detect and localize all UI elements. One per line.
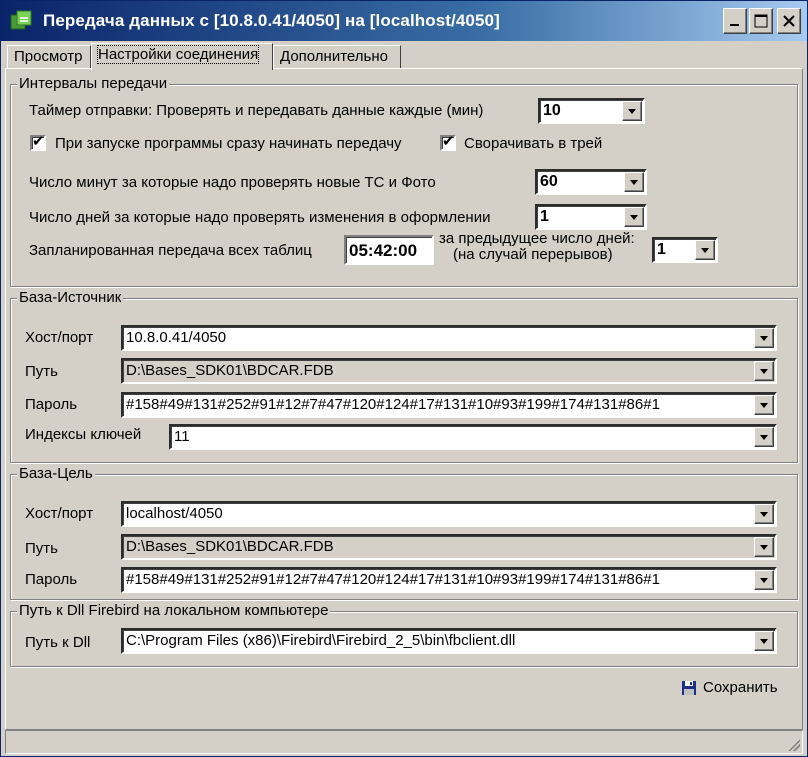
target-group: База-Цель Хост/порт localhost/4050 Путь … [10,465,798,600]
minimize-icon [730,24,739,26]
resize-grip-icon[interactable] [788,739,800,751]
tab-view[interactable]: Просмотр [7,45,91,69]
source-path-select[interactable]: D:\Bases_SDK01\BDCAR.FDB [121,358,777,384]
timer-select[interactable]: 10 [538,98,645,124]
start-immediately-checkbox[interactable] [30,132,46,151]
chevron-down-icon[interactable] [624,172,644,192]
target-host-label: Хост/порт [25,505,94,522]
minutes-select[interactable]: 60 [535,169,647,195]
tab-panel: Интервалы передачи Таймер отправки: Пров… [5,68,803,730]
source-keys-value: 11 [174,428,190,445]
dll-path-select[interactable]: C:\Program Files (x86)\Firebird\Firebird… [121,628,777,654]
target-legend: База-Цель [17,465,95,482]
target-password-select[interactable]: #158#49#131#252#91#12#7#47#120#124#17#13… [121,567,777,593]
days-select[interactable]: 1 [535,204,647,230]
dll-legend: Путь к Dll Firebird на локальном компьют… [17,602,331,619]
tab-connection-settings-label: Настройки соединения [96,45,260,64]
source-group: База-Источник Хост/порт 10.8.0.41/4050 П… [10,289,798,463]
chevron-down-icon[interactable] [754,631,774,651]
chevron-down-icon[interactable] [754,537,774,557]
close-icon [783,15,795,27]
scheduled-time-input[interactable]: 05:42:00 [344,235,434,265]
target-password-label: Пароль [25,571,78,588]
chevron-down-icon[interactable] [754,328,774,348]
source-host-value: 10.8.0.41/4050 [126,329,227,346]
maximize-button[interactable] [749,8,773,34]
scheduled-label: Запланированная передача всех таблиц [29,242,312,259]
chevron-down-icon[interactable] [754,570,774,590]
save-label: Сохранить [703,679,778,696]
minutes-value: 60 [540,173,558,190]
chevron-down-icon[interactable] [695,240,715,260]
target-host-select[interactable]: localhost/4050 [121,501,777,527]
chevron-down-icon[interactable] [754,504,774,524]
prev-days-value: 1 [657,241,666,258]
source-host-select[interactable]: 10.8.0.41/4050 [121,325,777,351]
save-button[interactable]: Сохранить [681,679,778,696]
chevron-down-icon[interactable] [754,361,774,381]
chevron-down-icon[interactable] [754,395,774,415]
status-bar [5,730,803,754]
prev-days-label-1: за предыдущее число дней: [439,230,635,247]
dll-group: Путь к Dll Firebird на локальном компьют… [10,602,798,667]
floppy-disk-icon [682,680,696,695]
timer-value: 10 [543,102,561,119]
target-path-value: D:\Bases_SDK01\BDCAR.FDB [126,538,334,555]
source-path-label: Путь [25,363,58,380]
intervals-legend: Интервалы передачи [17,75,170,92]
chevron-down-icon[interactable] [624,207,644,227]
start-immediately-label: При запуске программы сразу начинать пер… [55,135,402,152]
source-password-select[interactable]: #158#49#131#252#91#12#7#47#120#124#17#13… [121,392,777,418]
dll-path-label: Путь к Dll [25,634,91,651]
source-host-label: Хост/порт [25,329,94,346]
target-password-value: #158#49#131#252#91#12#7#47#120#124#17#13… [126,571,660,588]
maximize-icon [754,14,768,28]
close-button[interactable] [777,8,801,34]
source-path-value: D:\Bases_SDK01\BDCAR.FDB [126,362,334,379]
source-password-label: Пароль [25,396,78,413]
tab-additional-label: Дополнительно [280,48,388,65]
chevron-down-icon[interactable] [754,427,774,447]
target-host-value: localhost/4050 [126,505,223,522]
minimize-tray-label: Сворачивать в трей [464,135,603,152]
window-title: Передача данных с [10.8.0.41/4050] на [l… [43,11,500,30]
minimize-tray-checkbox[interactable] [440,132,456,151]
timer-label: Таймер отправки: Проверять и передавать … [29,102,484,119]
tab-view-label: Просмотр [14,48,83,65]
title-bar[interactable]: Передача данных с [10.8.0.41/4050] на [l… [1,1,807,41]
prev-days-select[interactable]: 1 [652,237,718,263]
days-value: 1 [540,208,549,225]
main-window: Передача данных с [10.8.0.41/4050] на [l… [0,0,808,757]
source-keys-label: Индексы ключей [25,426,142,443]
days-label: Число дней за которые надо проверять изм… [29,209,491,226]
target-path-select[interactable]: D:\Bases_SDK01\BDCAR.FDB [121,534,777,560]
app-icon [10,10,32,30]
source-keys-select[interactable]: 11 [169,424,777,450]
intervals-group: Интервалы передачи Таймер отправки: Пров… [10,75,798,287]
target-path-label: Путь [25,540,58,557]
minimize-button[interactable] [723,8,747,34]
source-legend: База-Источник [17,289,124,306]
dll-path-value: C:\Program Files (x86)\Firebird\Firebird… [126,632,516,649]
minutes-label: Число минут за которые надо проверять но… [29,174,436,191]
tab-connection-settings[interactable]: Настройки соединения [91,43,273,70]
tab-additional[interactable]: Дополнительно [273,45,401,69]
source-password-value: #158#49#131#252#91#12#7#47#120#124#17#13… [126,396,660,413]
prev-days-label-2: (на случай перерывов) [453,246,613,263]
chevron-down-icon[interactable] [622,101,642,121]
